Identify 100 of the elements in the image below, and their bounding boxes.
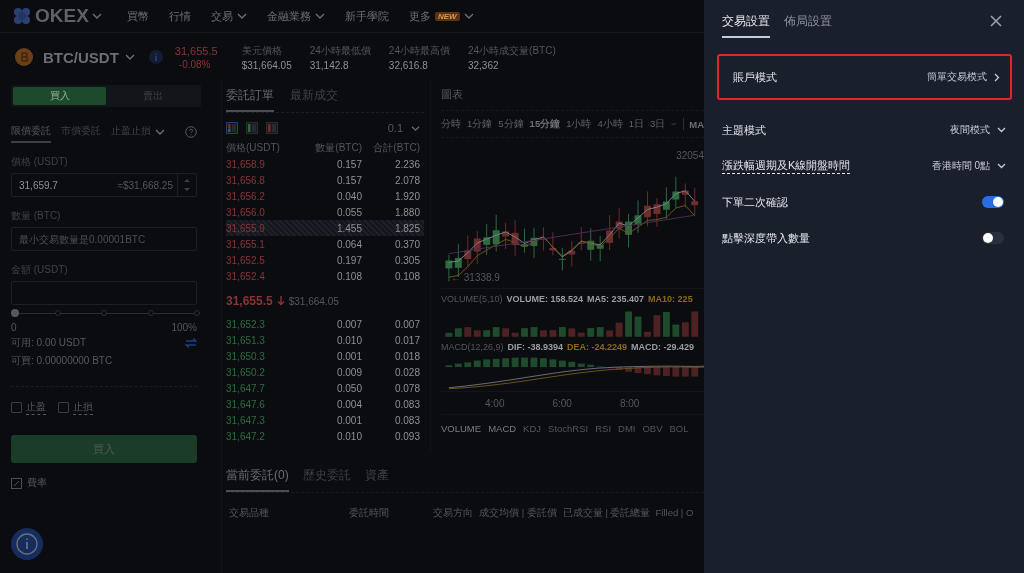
buyable-amount: 可買: 0.00000000 BTC bbox=[11, 354, 114, 368]
indicator-tab[interactable]: MACD bbox=[488, 422, 517, 434]
indicator-value: MA10: 225 bbox=[648, 294, 693, 304]
nav-link[interactable]: 交易 bbox=[211, 8, 233, 24]
setting-value[interactable]: 香港時間 0點 bbox=[931, 159, 990, 173]
orders-tab[interactable]: 當前委託(0) bbox=[226, 463, 289, 492]
price-field[interactable]: 31,659.7 ≈$31,668.25 bbox=[11, 173, 197, 197]
pair-name[interactable]: BTC/USDT bbox=[43, 48, 119, 66]
stat-value: $31,664.05 bbox=[241, 59, 292, 71]
checkbox[interactable] bbox=[58, 402, 69, 413]
bid-total: 0.083 bbox=[393, 398, 420, 410]
fee-link[interactable]: 費率 bbox=[27, 476, 47, 490]
candle bbox=[521, 228, 528, 254]
indicator-tab[interactable]: KDJ bbox=[523, 422, 542, 434]
checkbox-label: 止損 bbox=[73, 400, 93, 415]
indicator-tab[interactable]: RSI bbox=[595, 422, 612, 434]
asks-view-icon[interactable] bbox=[266, 122, 278, 134]
settings-tab[interactable]: 佈局設置 bbox=[784, 4, 832, 38]
interval-tab[interactable]: 1分鐘 bbox=[467, 117, 493, 131]
ask-price[interactable]: 31,652.4 bbox=[226, 270, 302, 282]
stat-label: 24小時成交量(BTC) bbox=[467, 43, 556, 58]
logo-icon bbox=[12, 6, 32, 26]
checkbox[interactable] bbox=[11, 402, 22, 413]
bids-view-icon[interactable] bbox=[246, 122, 258, 134]
checkbox-label: 止盈 bbox=[26, 400, 46, 415]
toggle-switch[interactable] bbox=[982, 232, 1004, 244]
indicator-value: VOLUME: 158.524 bbox=[506, 294, 584, 304]
bid-total: 0.083 bbox=[393, 414, 420, 426]
last-price: 31,655.5 bbox=[174, 44, 218, 57]
toggle-switch[interactable] bbox=[982, 196, 1004, 208]
precision-select[interactable]: 0.1 bbox=[387, 122, 403, 134]
nav-link[interactable]: 金融業務 bbox=[267, 8, 311, 24]
nav-link[interactable]: 更多 bbox=[409, 8, 431, 24]
interval-tab[interactable]: 3日 bbox=[650, 117, 666, 131]
settings-tab[interactable]: 交易設置 bbox=[722, 4, 770, 38]
ask-amount: 0.055 bbox=[335, 206, 362, 218]
macd-bar bbox=[530, 357, 538, 368]
orderbook-tab[interactable]: 委託訂單 bbox=[226, 83, 274, 112]
interval-tab[interactable]: 15分鐘 bbox=[529, 117, 561, 131]
bitcoin-icon bbox=[15, 48, 33, 66]
interval-tab[interactable]: 4小時 bbox=[597, 117, 623, 131]
side-tab[interactable]: 買入 bbox=[13, 87, 106, 105]
indicator-menu[interactable]: MA bbox=[689, 118, 704, 130]
indicator-value: DEA: -24.2249 bbox=[567, 342, 628, 352]
indicator-tab[interactable]: StochRSI bbox=[548, 422, 589, 434]
price-change: -0.08% bbox=[177, 58, 212, 70]
order-type-tab[interactable]: 限價委託 bbox=[11, 121, 51, 143]
interval-tab[interactable]: 1小時 bbox=[566, 117, 592, 131]
transfer-icon[interactable] bbox=[185, 338, 197, 348]
setting-value[interactable]: 夜間模式 bbox=[950, 123, 990, 137]
ask-price[interactable]: 31,656.8 bbox=[226, 174, 302, 186]
ask-price[interactable]: 31,656.2 bbox=[226, 190, 302, 202]
low-price-label: ← 31338.9 bbox=[451, 272, 500, 283]
nav-link[interactable]: 買幣 bbox=[127, 8, 149, 24]
ask-price[interactable]: 31,658.9 bbox=[226, 158, 302, 170]
time-axis-label: 6:00 bbox=[552, 397, 572, 409]
bid-price[interactable]: 31,647.3 bbox=[226, 414, 302, 426]
slider-min-label: 0 bbox=[11, 322, 17, 333]
macd-bar bbox=[625, 367, 632, 372]
setting-value[interactable]: 簡單交易模式 bbox=[927, 70, 987, 84]
logo-text: OKEX bbox=[35, 5, 89, 27]
bid-price[interactable]: 31,647.6 bbox=[226, 398, 302, 410]
both-sides-view-icon[interactable] bbox=[226, 122, 238, 134]
indicator-value: MACD: -29.429 bbox=[631, 342, 695, 352]
volume-bar bbox=[521, 328, 528, 337]
ask-amount: 0.064 bbox=[335, 238, 362, 250]
indicator-tab[interactable]: OBV bbox=[642, 422, 663, 434]
bid-total: 0.007 bbox=[393, 318, 420, 330]
stat-value: 31,142.8 bbox=[309, 59, 350, 71]
close-icon[interactable] bbox=[990, 15, 1002, 27]
bid-total: 0.017 bbox=[393, 334, 420, 346]
bid-price[interactable]: 31,650.2 bbox=[226, 366, 302, 378]
ask-price[interactable]: 31,656.0 bbox=[226, 206, 302, 218]
bid-price[interactable]: 31,652.3 bbox=[226, 318, 302, 330]
ask-price[interactable]: 31,655.9 bbox=[226, 222, 302, 234]
ask-price[interactable]: 31,652.5 bbox=[226, 254, 302, 266]
candle bbox=[540, 226, 547, 252]
nav-link[interactable]: 新手學院 bbox=[345, 8, 389, 24]
bid-price[interactable]: 31,650.3 bbox=[226, 350, 302, 362]
indicator-tab[interactable]: BOL bbox=[669, 422, 689, 434]
help-icon[interactable] bbox=[185, 126, 197, 138]
indicator-tab[interactable]: DMI bbox=[618, 422, 636, 434]
macd-bar bbox=[521, 357, 528, 368]
bid-price[interactable]: 31,647.7 bbox=[226, 382, 302, 394]
bid-price[interactable]: 31,647.2 bbox=[226, 430, 302, 442]
setting-label: 主題模式 bbox=[722, 122, 766, 138]
bid-price[interactable]: 31,651.3 bbox=[226, 334, 302, 346]
slider-thumb[interactable] bbox=[11, 309, 19, 317]
interval-tab[interactable]: 1日 bbox=[628, 117, 645, 131]
interval-tab[interactable]: 分時 bbox=[441, 117, 461, 131]
volume-bar bbox=[644, 331, 651, 337]
indicator-tab[interactable]: VOLUME bbox=[441, 422, 482, 434]
ask-amount: 1.455 bbox=[335, 222, 362, 234]
amount-slider[interactable] bbox=[11, 309, 197, 319]
chevron-right-icon[interactable] bbox=[994, 72, 1000, 82]
setting-label: 漲跌幅週期及K線開盤時間 bbox=[722, 158, 851, 174]
info-icon[interactable] bbox=[11, 528, 43, 560]
ask-price[interactable]: 31,655.1 bbox=[226, 238, 302, 250]
nav-link[interactable]: 行情 bbox=[169, 8, 191, 24]
interval-tab[interactable]: 5分鐘 bbox=[498, 117, 524, 131]
